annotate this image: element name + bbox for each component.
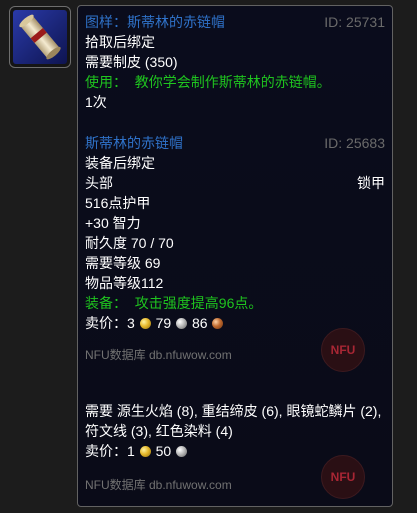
pattern-name-link[interactable]: 图样：斯蒂林的赤链帽	[85, 14, 225, 30]
use-text: 教你学会制作斯蒂林的赤链帽。	[134, 74, 331, 90]
gold-coin-icon	[139, 318, 151, 329]
intellect-stat: +30 智力	[85, 215, 141, 231]
slot-row: 头部 锁甲	[85, 173, 385, 193]
sell-label: 卖价：	[85, 443, 127, 459]
crafted-item-id: ID: 25683	[324, 135, 385, 151]
copper-amount: 86	[191, 315, 208, 331]
slot-label: 头部	[85, 175, 113, 191]
crafted-item-section: 斯蒂林的赤链帽 ID: 25683 装备后绑定 头部 锁甲 516点护甲 +30…	[85, 133, 385, 333]
armor-value: 516点护甲	[85, 195, 151, 211]
pattern-id: ID: 25731	[324, 14, 385, 30]
durability: 耐久度 70 / 70	[85, 235, 174, 251]
silver-amount: 50	[155, 443, 172, 459]
pattern-scroll-icon	[13, 10, 67, 64]
use-label: 使用：	[85, 74, 127, 90]
pattern-requires-skill: 需要制皮 (350)	[85, 54, 178, 70]
pattern-charges: 1次	[85, 94, 107, 110]
sell-label: 卖价：	[85, 315, 127, 331]
equip-label: 装备：	[85, 295, 127, 311]
silver-amount: 79	[155, 315, 172, 331]
crafted-item-name-link[interactable]: 斯蒂林的赤链帽	[85, 135, 183, 151]
nfu-logo: NFU	[321, 328, 365, 372]
pattern-use-effect: 使用： 教你学会制作斯蒂林的赤链帽。	[85, 72, 385, 92]
item-tooltip: 图样：斯蒂林的赤链帽 ID: 25731 拾取后绑定 需要制皮 (350) 使用…	[77, 5, 393, 507]
gold-coin-icon	[139, 446, 151, 457]
reagents-text: 需要 源生火焰 (8), 重结缔皮 (6), 眼镜蛇鳞片 (2), 符文线 (3…	[85, 403, 382, 439]
pattern-section: 图样：斯蒂林的赤链帽 ID: 25731 拾取后绑定 需要制皮 (350) 使用…	[85, 12, 385, 112]
silver-coin-icon	[176, 318, 188, 329]
crafted-bind: 装备后绑定	[85, 155, 155, 171]
equip-text: 攻击强度提高96点。	[134, 295, 263, 311]
nfu-logo: NFU	[321, 455, 365, 499]
gold-amount: 3	[127, 315, 135, 331]
item-level: 物品等级112	[85, 275, 164, 291]
gold-amount: 1	[127, 443, 135, 459]
pattern-bind: 拾取后绑定	[85, 34, 155, 50]
required-level: 需要等级 69	[85, 255, 161, 271]
silver-coin-icon	[176, 446, 188, 457]
reagents-section: 需要 源生火焰 (8), 重结缔皮 (6), 眼镜蛇鳞片 (2), 符文线 (3…	[85, 401, 385, 461]
armor-type: 锁甲	[357, 175, 385, 191]
item-icon-frame[interactable]	[9, 6, 71, 68]
equip-effect: 装备： 攻击强度提高96点。	[85, 293, 385, 313]
copper-coin-icon	[212, 318, 224, 329]
